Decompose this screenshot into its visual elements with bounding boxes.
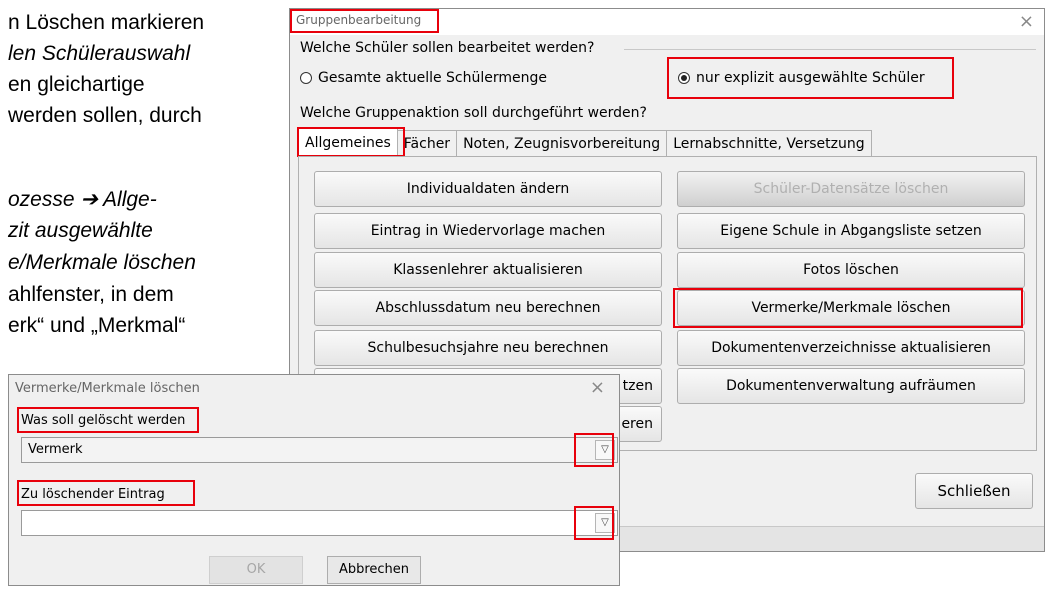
dialog-title: Gruppenbearbeitung bbox=[296, 13, 422, 27]
individualdaten-button[interactable]: Individualdaten ändern bbox=[314, 171, 662, 207]
what-label: Was soll gelöscht werden bbox=[21, 413, 186, 428]
radio-all-label: Gesamte aktuelle Schülermenge bbox=[318, 70, 547, 86]
abgangsliste-button[interactable]: Eigene Schule in Abgangsliste setzen bbox=[677, 213, 1025, 249]
dokumentenverzeichnisse-button[interactable]: Dokumentenverzeichnisse aktualisieren bbox=[677, 330, 1025, 366]
radio-checked-icon bbox=[678, 72, 690, 84]
fotos-loeschen-button[interactable]: Fotos löschen bbox=[677, 252, 1025, 288]
tab-bar: Allgemeines Fächer Noten, Zeugnisvorbere… bbox=[298, 128, 872, 156]
doc-line: len Schülerauswahl bbox=[8, 42, 191, 65]
doc-line: ozesse ➔ Allge- bbox=[8, 188, 157, 211]
doc-line: werden sollen, durch bbox=[8, 104, 202, 127]
abschlussdatum-button[interactable]: Abschlussdatum neu berechnen bbox=[314, 290, 662, 326]
wiedervorlage-button[interactable]: Eintrag in Wiedervorlage machen bbox=[314, 213, 662, 249]
tab-lernabschnitte[interactable]: Lernabschnitte, Versetzung bbox=[666, 130, 872, 156]
doc-line: n Löschen markieren bbox=[8, 11, 205, 34]
chevron-down-icon[interactable]: ▽ bbox=[595, 513, 615, 533]
radio-selected-students[interactable]: nur explizit ausgewählte Schüler bbox=[678, 70, 925, 86]
radio-unchecked-icon bbox=[300, 72, 312, 84]
action-question-label: Welche Gruppenaktion soll durchgeführt w… bbox=[300, 105, 647, 121]
doc-line: zit ausgewählte bbox=[8, 219, 153, 242]
close-button[interactable]: Schließen bbox=[915, 473, 1033, 509]
radio-selected-label: nur explizit ausgewählte Schüler bbox=[696, 70, 925, 86]
students-question-label: Welche Schüler sollen bearbeitet werden? bbox=[300, 40, 595, 56]
delete-notes-dialog: Vermerke/Merkmale löschen × Was soll gel… bbox=[8, 374, 620, 586]
vermerke-loeschen-button[interactable]: Vermerke/Merkmale löschen bbox=[677, 290, 1025, 326]
radio-all-students[interactable]: Gesamte aktuelle Schülermenge bbox=[300, 70, 547, 86]
tab-faecher[interactable]: Fächer bbox=[396, 130, 458, 156]
entry-select[interactable]: ▽ bbox=[21, 510, 618, 536]
title-bar: Gruppenbearbeitung × bbox=[290, 9, 1044, 35]
dokumentenverwaltung-button[interactable]: Dokumentenverwaltung aufräumen bbox=[677, 368, 1025, 404]
doc-line: ahlfenster, in dem bbox=[8, 283, 174, 306]
doc-line: e/Merkmale löschen bbox=[8, 251, 196, 274]
close-icon[interactable]: × bbox=[590, 377, 605, 398]
delete-records-button[interactable]: Schüler-Datensätze löschen bbox=[677, 171, 1025, 207]
chevron-down-icon[interactable]: ▽ bbox=[595, 440, 615, 460]
entry-label: Zu löschender Eintrag bbox=[21, 487, 165, 502]
klassenlehrer-button[interactable]: Klassenlehrer aktualisieren bbox=[314, 252, 662, 288]
what-value: Vermerk bbox=[28, 442, 83, 457]
dialog-title: Vermerke/Merkmale löschen bbox=[15, 381, 200, 396]
doc-line: en gleichartige bbox=[8, 73, 145, 96]
close-icon[interactable]: × bbox=[1019, 11, 1034, 32]
tab-noten[interactable]: Noten, Zeugnisvorbereitung bbox=[456, 130, 668, 156]
tab-allgemeines[interactable]: Allgemeines bbox=[298, 128, 398, 156]
cancel-button[interactable]: Abbrechen bbox=[327, 556, 421, 584]
schulbesuchsjahre-button[interactable]: Schulbesuchsjahre neu berechnen bbox=[314, 330, 662, 366]
section-divider bbox=[624, 49, 1036, 50]
ok-button[interactable]: OK bbox=[209, 556, 303, 584]
doc-line: erk“ und „Merkmal“ bbox=[8, 314, 186, 337]
what-select[interactable]: Vermerk ▽ bbox=[21, 437, 618, 463]
